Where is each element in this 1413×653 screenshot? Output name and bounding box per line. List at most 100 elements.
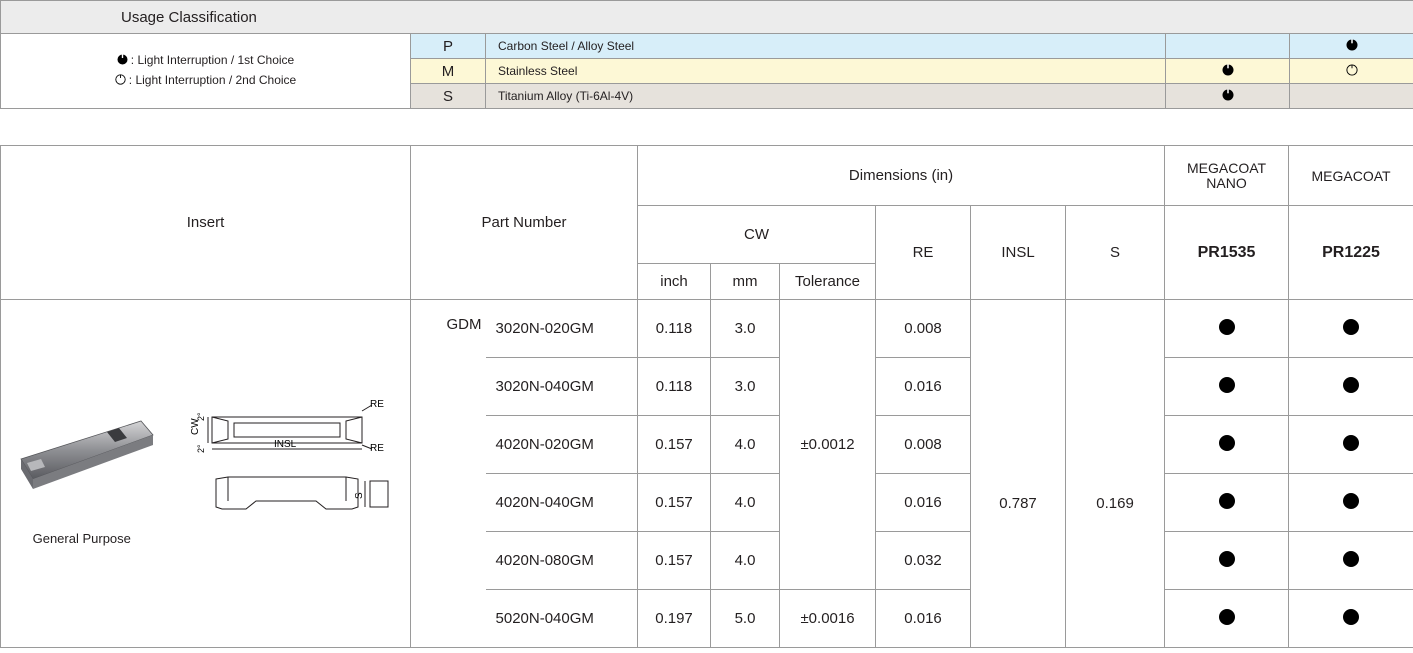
- availability-pr1535: [1164, 415, 1290, 474]
- cw-inch: 0.197: [637, 589, 712, 648]
- usage-classification-table: Usage Classification : Light Interruptio…: [0, 0, 1413, 109]
- insert-drawing-cell: CW 2° 2° INSL RE RE S: [162, 299, 412, 648]
- legend-first-choice: : Light Interruption / 1st Choice: [1, 51, 410, 71]
- available-dot-icon: [1343, 434, 1360, 451]
- usage-mark-pr1535: [1165, 58, 1290, 84]
- available-dot-icon: [1218, 608, 1235, 625]
- cw-inch: 0.157: [637, 415, 712, 474]
- s-header: S: [1065, 205, 1166, 300]
- cw-mm: 4.0: [710, 415, 781, 474]
- grade2-coating-header: MEGACOAT: [1288, 145, 1413, 206]
- first-choice-icon: [1222, 64, 1233, 75]
- grade1-coating-header: MEGACOAT NANO: [1164, 145, 1290, 206]
- availability-pr1225: [1288, 589, 1413, 648]
- re-value: 0.016: [875, 473, 972, 532]
- first-choice-icon: [1346, 39, 1358, 50]
- tolerance-value: ±0.0016: [779, 589, 877, 648]
- grade1-header: PR1535: [1164, 205, 1290, 300]
- availability-pr1225: [1288, 473, 1413, 532]
- part-number: 4020N-020GM: [485, 415, 639, 474]
- drawing-insl-label: INSL: [274, 439, 297, 450]
- available-dot-icon: [1218, 434, 1235, 451]
- availability-pr1535: [1164, 473, 1290, 532]
- drawing-re-label: RE: [370, 443, 384, 454]
- re-value: 0.016: [875, 589, 972, 648]
- insert-spec-table: Insert Part Number Dimensions (in) MEGAC…: [0, 145, 1413, 648]
- usage-mark-pr1535: [1165, 83, 1290, 109]
- availability-pr1535: [1164, 589, 1290, 648]
- cw-header: CW: [637, 205, 877, 264]
- available-dot-icon: [1218, 492, 1235, 509]
- part-number: 4020N-040GM: [485, 473, 639, 532]
- material-code: S: [410, 83, 486, 109]
- insl-header: INSL: [970, 205, 1067, 300]
- mm-header: mm: [710, 263, 781, 300]
- cw-inch: 0.157: [637, 531, 712, 590]
- tolerance-value: ±0.0012: [779, 299, 877, 590]
- availability-pr1225: [1288, 299, 1413, 358]
- available-dot-icon: [1218, 550, 1235, 567]
- drawing-angle-label: 2°: [196, 411, 206, 420]
- insl-value: 0.787: [970, 299, 1067, 648]
- available-dot-icon: [1343, 608, 1360, 625]
- second-choice-icon: [1345, 63, 1358, 76]
- part-number: 3020N-040GM: [485, 357, 639, 416]
- insert-photo: [20, 420, 154, 489]
- material-name: Titanium Alloy (Ti-6Al-4V): [485, 83, 1166, 109]
- material-code: M: [410, 58, 486, 84]
- insert-dimension-drawing: CW 2° 2° INSL RE RE S: [190, 399, 389, 509]
- part-number: 3020N-020GM: [485, 299, 639, 358]
- series-label: GDM: [410, 299, 486, 648]
- re-value: 0.016: [875, 357, 972, 416]
- available-dot-icon: [1343, 492, 1360, 509]
- catalog-page: Usage Classification : Light Interruptio…: [0, 0, 1413, 653]
- open-circle-icon: [115, 72, 126, 91]
- available-dot-icon: [1218, 318, 1235, 335]
- re-value: 0.032: [875, 531, 972, 590]
- cw-inch: 0.118: [637, 299, 712, 358]
- material-code: P: [410, 33, 486, 59]
- cw-mm: 5.0: [710, 589, 781, 648]
- cw-mm: 4.0: [710, 531, 781, 590]
- usage-mark-pr1535: [1165, 33, 1290, 59]
- half-filled-circle-icon: [117, 52, 128, 71]
- material-name: Carbon Steel / Alloy Steel: [485, 33, 1166, 59]
- availability-pr1225: [1288, 357, 1413, 416]
- insert-header: Insert: [0, 145, 412, 300]
- drawing-angle-label: 2°: [196, 443, 206, 452]
- legend-second-choice: : Light Interruption / 2nd Choice: [1, 71, 410, 91]
- s-value: 0.169: [1065, 299, 1166, 648]
- usage-legend: : Light Interruption / 1st Choice : Ligh…: [0, 33, 411, 109]
- inch-header: inch: [637, 263, 712, 300]
- available-dot-icon: [1343, 376, 1360, 393]
- usage-mark-pr1225: [1288, 33, 1413, 59]
- available-dot-icon: [1343, 550, 1360, 567]
- re-value: 0.008: [875, 299, 972, 358]
- first-choice-icon: [1222, 89, 1233, 100]
- availability-pr1535: [1164, 531, 1290, 590]
- cw-mm: 3.0: [710, 357, 781, 416]
- drawing-s-label: S: [354, 492, 365, 499]
- material-name: Stainless Steel: [485, 58, 1166, 84]
- availability-pr1535: [1164, 299, 1290, 358]
- part-number-header: Part Number: [410, 145, 639, 300]
- re-header: RE: [875, 205, 972, 300]
- available-dot-icon: [1218, 376, 1235, 393]
- availability-pr1225: [1288, 531, 1413, 590]
- cw-inch: 0.118: [637, 357, 712, 416]
- re-value: 0.008: [875, 415, 972, 474]
- tolerance-header: Tolerance: [779, 263, 877, 300]
- insert-photo-cell: General Purpose: [0, 299, 163, 648]
- cw-mm: 4.0: [710, 473, 781, 532]
- insert-type-label: General Purpose: [32, 531, 131, 546]
- grade2-header: PR1225: [1288, 205, 1413, 300]
- part-number: 5020N-040GM: [485, 589, 639, 648]
- availability-pr1225: [1288, 415, 1413, 474]
- available-dot-icon: [1343, 318, 1360, 335]
- usage-mark-pr1225: [1288, 58, 1413, 84]
- dimensions-header: Dimensions (in): [637, 145, 1166, 206]
- availability-pr1535: [1164, 357, 1290, 416]
- cw-inch: 0.157: [637, 473, 712, 532]
- usage-row-p: : Light Interruption / 1st Choice : Ligh…: [0, 33, 1413, 109]
- cw-mm: 3.0: [710, 299, 781, 358]
